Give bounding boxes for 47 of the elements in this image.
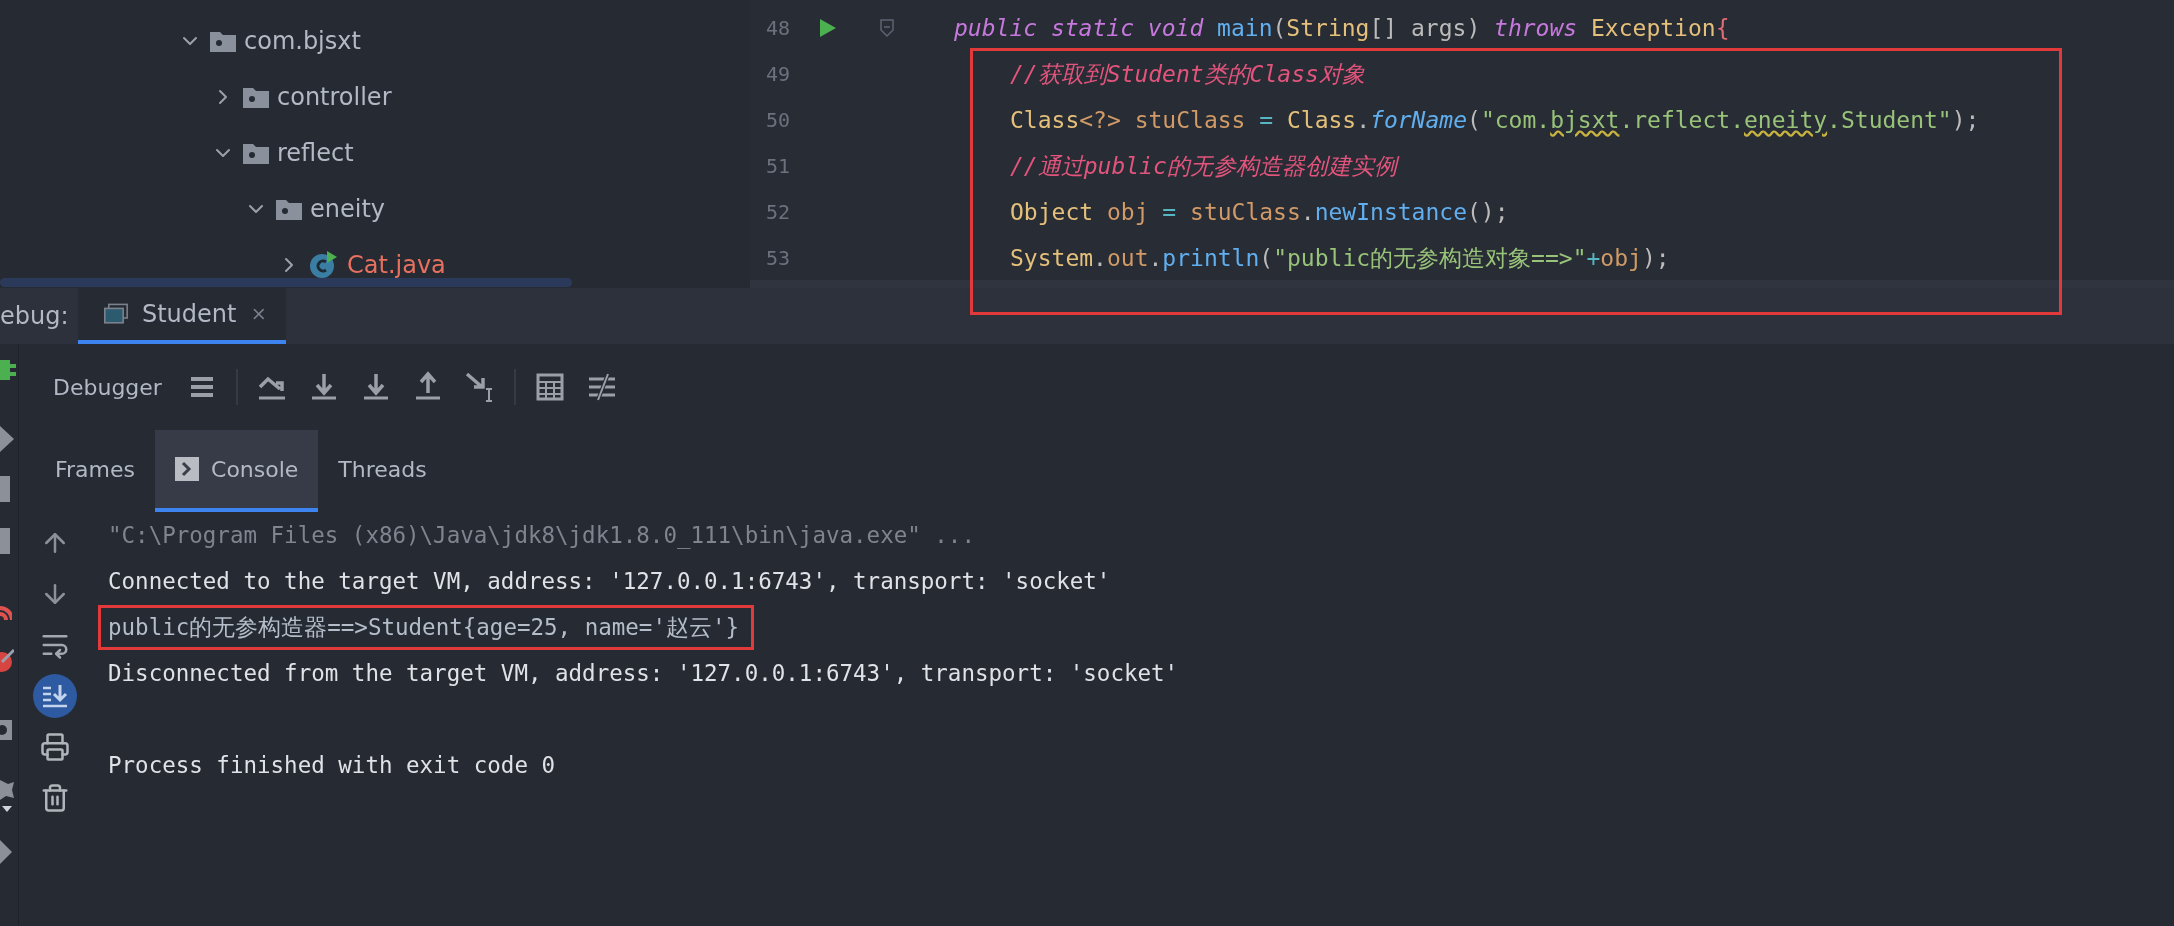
line-number: 50 (764, 108, 790, 132)
panel-title: ebug: (0, 302, 70, 330)
tab-label[interactable]: Student (141, 300, 237, 328)
panel-tab[interactable]: Console (155, 430, 319, 512)
trash-icon[interactable] (40, 783, 70, 813)
line-number: 48 (764, 16, 790, 40)
console-output-line: "C:\Program Files (x86)\Java\jdk8\jdk1.8.0_111\bin\java.exe" ... (108, 522, 975, 548)
console-output-line: Connected to the target VM, address: '127.0.0.1:6743', transport: 'socket' (108, 568, 1111, 594)
tree-item-label[interactable]: controller (277, 83, 392, 111)
line-number: 51 (764, 154, 790, 178)
line-number: 53 (764, 246, 790, 270)
print-icon[interactable] (40, 732, 70, 762)
exit-message: Process finished with exit code 0 (108, 752, 556, 778)
scroll-to-end-button[interactable] (33, 674, 77, 718)
panel-tab[interactable]: Frames (35, 430, 155, 512)
debug-tab[interactable]: Student (78, 288, 286, 344)
scroll-to-end-icon (41, 683, 69, 709)
line-number: 52 (764, 200, 790, 224)
console-output-line: public的无参构造器==>Student{age=25, name='赵云'} (108, 612, 740, 642)
code-line: Class<?> stuClass = Class.forName("com.bjsxt.reflect.eneity.Student"); (1010, 107, 1980, 133)
panel-tab[interactable]: Threads (318, 430, 447, 512)
code-line: public static void main(String[] args) throws Exception{ (954, 15, 1730, 41)
folder-icon (210, 30, 236, 52)
mute-breakpoints-icon[interactable] (0, 648, 14, 672)
resume-icon[interactable] (0, 426, 14, 452)
tree-item-label[interactable]: Cat.java (347, 251, 446, 279)
tree-item-label[interactable]: com.bjsxt (244, 27, 361, 55)
run-icon[interactable] (820, 19, 836, 37)
line-number: 49 (764, 62, 790, 86)
tab-label[interactable]: Threads (338, 456, 427, 482)
debugger-label[interactable]: Debugger (53, 374, 162, 400)
code-line: System.out.println("public的无参构造对象==>"+obj); (1010, 243, 1670, 273)
tab-label[interactable]: Frames (55, 456, 135, 482)
code-line: Object obj = stuClass.newInstance(); (1010, 199, 1509, 225)
tree-item-label[interactable]: eneity (310, 195, 386, 223)
horizontal-scrollbar[interactable] (0, 278, 572, 287)
class-file-icon (309, 250, 339, 280)
folder-icon (243, 142, 269, 164)
folder-icon (243, 86, 269, 108)
terminal-icon (175, 457, 199, 481)
code-comment: //获取到Student类的Class对象 (1010, 59, 1365, 89)
folder-icon (276, 198, 302, 220)
horizontal-scrollbar[interactable] (750, 280, 2174, 288)
tree-item-label[interactable]: reflect (277, 139, 354, 167)
window-icon (104, 301, 128, 327)
tab-label[interactable]: Console (211, 456, 299, 482)
console-output-line: Disconnected from the target VM, address: '127.0.0.1:6743', transport: 'socket' (108, 660, 1179, 686)
